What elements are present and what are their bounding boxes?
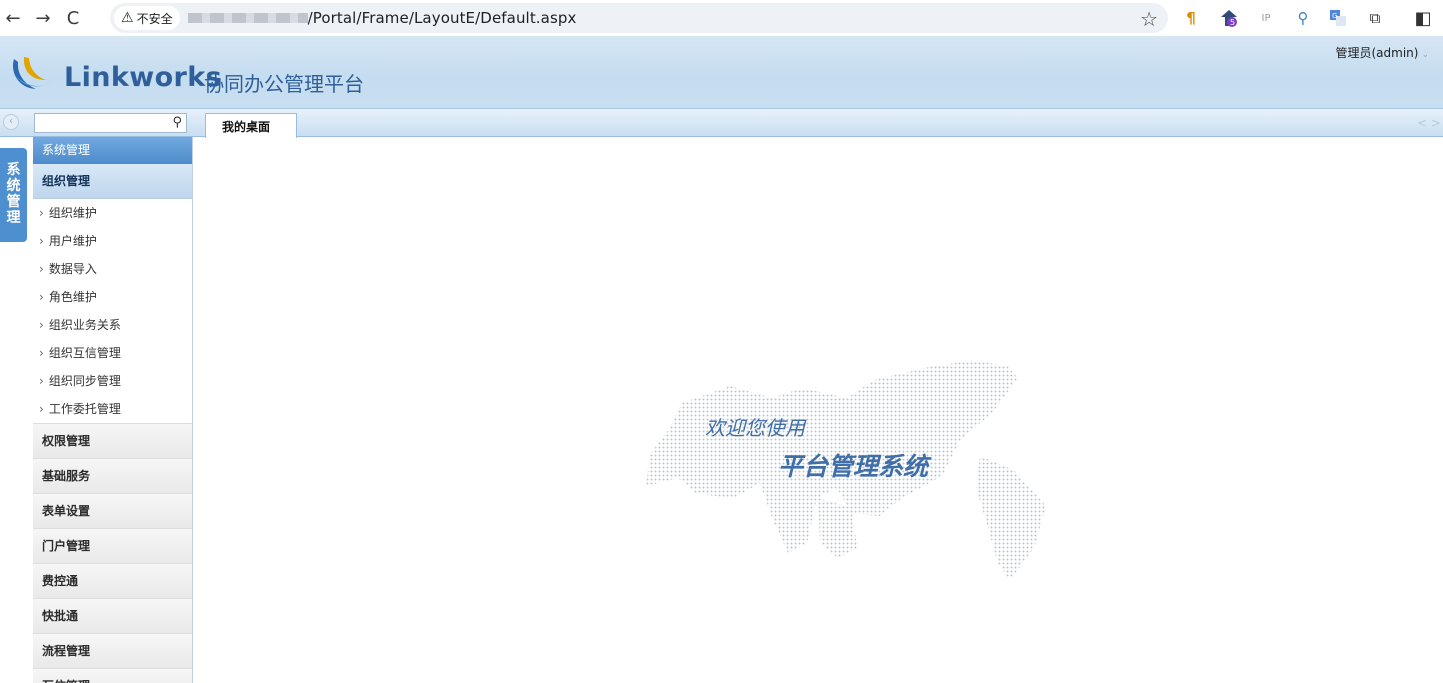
url-path: /Portal/Frame/LayoutE/Default.aspx (307, 9, 577, 27)
menu-item-label: 角色维护 (48, 290, 97, 304)
translate-extension-icon[interactable]: G (1327, 7, 1349, 29)
search-icon[interactable]: ⚲ (172, 115, 182, 130)
tab-my-desktop[interactable]: 我的桌面 (205, 113, 297, 138)
chevron-right-icon: › (39, 234, 44, 248)
menu-item[interactable]: › 组织维护 (33, 199, 192, 227)
menu-item-label: 组织同步管理 (48, 374, 121, 388)
menu-search-input[interactable] (35, 114, 163, 132)
vtab-char: 系 (6, 162, 21, 178)
menu-item-label: 组织业务关系 (48, 318, 121, 332)
bookmark-star-icon[interactable]: ☆ (1140, 7, 1158, 31)
sidebar-menu: 系统管理 组织管理 › 组织维护 › 用户维护 › 数据导入 › 角色维护 › 组织业务关… (33, 137, 193, 683)
menu-section[interactable]: 基础服务 (33, 458, 192, 493)
chevron-right-icon: › (39, 262, 44, 276)
vtab-char: 理 (6, 210, 21, 226)
forward-button[interactable]: → (28, 3, 58, 33)
side-panel-icon[interactable]: ◧ (1412, 7, 1434, 29)
chevron-right-icon: › (39, 290, 44, 304)
user-name: 管理员(admin) (1335, 46, 1419, 60)
chevron-right-icon: › (39, 346, 44, 360)
chevron-right-icon: › (39, 374, 44, 388)
svg-text:5: 5 (1230, 18, 1235, 27)
menu-item-label: 组织互信管理 (48, 346, 121, 360)
chevron-down-icon: ⌄ (1421, 50, 1429, 60)
welcome-line-1: 欢迎您使用 (705, 416, 805, 440)
vtab-char: 管 (6, 194, 21, 210)
redacted-host (187, 13, 308, 23)
menu-subgroup-org[interactable]: 组织管理 (33, 164, 192, 199)
app-header: Linkworks 协同办公管理平台 管理员(admin) ⌄ (0, 36, 1443, 109)
platform-title: 协同办公管理平台 (204, 72, 364, 96)
menu-item[interactable]: › 数据导入 (33, 255, 192, 283)
collapse-sidebar-icon[interactable]: ‹ (3, 114, 19, 130)
menu-section[interactable]: 费控通 (33, 563, 192, 598)
vtab-char: 统 (6, 178, 21, 194)
chevron-right-icon: › (39, 402, 44, 416)
key-extension-icon[interactable]: ⚲ (1292, 7, 1314, 29)
user-menu[interactable]: 管理员(admin) ⌄ (1335, 44, 1429, 61)
menu-item[interactable]: › 组织同步管理 (33, 367, 192, 395)
menu-item-label: 用户维护 (48, 234, 97, 248)
menu-item[interactable]: › 工作委托管理 (33, 395, 192, 423)
menu-section[interactable]: 表单设置 (33, 493, 192, 528)
menu-group-title[interactable]: 系统管理 (33, 137, 192, 164)
desktop-content: 欢迎您使用 平台管理系统 (194, 138, 1443, 683)
chevron-right-icon: › (39, 206, 44, 220)
menu-item[interactable]: › 组织业务关系 (33, 311, 192, 339)
welcome-line-2: 平台管理系统 (778, 452, 929, 481)
security-label: 不安全 (136, 11, 173, 26)
system-management-vertical-tab[interactable]: 系 统 管 理 (0, 148, 27, 242)
tab-strip: ‹ ⚲ 我的桌面 < > (0, 109, 1443, 138)
menu-item[interactable]: › 用户维护 (33, 227, 192, 255)
menu-section[interactable]: 流程管理 (33, 633, 192, 668)
browser-toolbar: ← → C ⚠ 不安全 /Portal/Frame/LayoutE/Defaul… (0, 0, 1443, 36)
menu-section[interactable]: 门户管理 (33, 528, 192, 563)
menu-item-label: 工作委托管理 (48, 402, 121, 416)
menu-item[interactable]: › 组织互信管理 (33, 339, 192, 367)
menu-item-label: 组织维护 (48, 206, 97, 220)
svg-text:G: G (1332, 12, 1337, 20)
menu-search: ⚲ (34, 113, 187, 133)
linkworks-logo-icon (12, 57, 55, 89)
reload-button[interactable]: C (58, 3, 88, 33)
security-chip[interactable]: ⚠ 不安全 (114, 6, 180, 30)
logo-wordmark: Linkworks (64, 62, 223, 93)
menu-item-label: 数据导入 (48, 262, 97, 276)
menu-section[interactable]: 互信管理 (33, 668, 192, 683)
menu-item[interactable]: › 角色维护 (33, 283, 192, 311)
menu-section[interactable]: 快批通 (33, 598, 192, 633)
menu-section[interactable]: 权限管理 (33, 423, 192, 458)
chevron-right-icon: › (39, 318, 44, 332)
ip-extension-icon[interactable]: IP (1255, 7, 1277, 29)
paragraph-extension-icon[interactable]: ¶ (1180, 7, 1202, 29)
extension-badge-icon[interactable]: 5 (1218, 7, 1240, 29)
address-bar[interactable]: ⚠ 不安全 /Portal/Frame/LayoutE/Default.aspx… (110, 3, 1168, 33)
back-button[interactable]: ← (0, 3, 28, 33)
tab-scroll-arrows[interactable]: < > (1417, 116, 1441, 130)
warning-icon: ⚠ (121, 10, 134, 26)
extensions-puzzle-icon[interactable]: ⧉ (1364, 7, 1386, 29)
